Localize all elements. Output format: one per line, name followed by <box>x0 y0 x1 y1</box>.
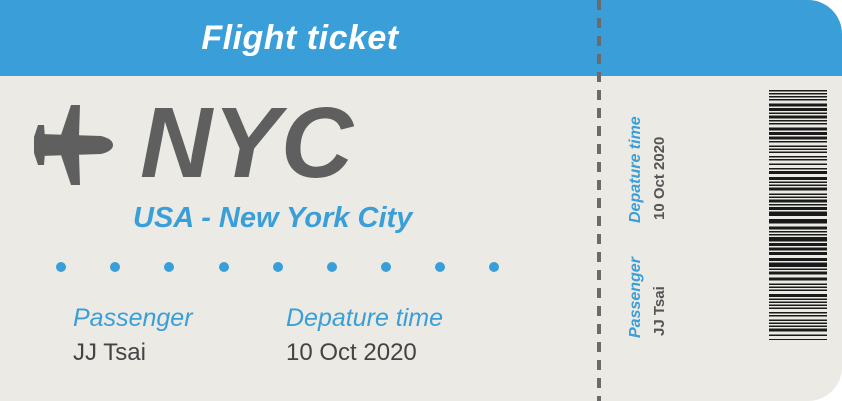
barcode-stripe <box>769 226 827 230</box>
separator-dot <box>273 262 283 272</box>
separator-dot <box>110 262 120 272</box>
barcode-stripe <box>769 315 827 317</box>
barcode-stripe <box>769 237 827 242</box>
barcode-stripe <box>769 294 827 297</box>
barcode-stripe <box>769 103 827 107</box>
barcode-stripe <box>769 171 827 174</box>
barcode-stripe <box>769 283 827 285</box>
barcode-stripe <box>769 151 827 153</box>
barcode-stripe <box>769 271 827 275</box>
barcode-stripe <box>769 96 827 98</box>
separator-dot <box>164 262 174 272</box>
separator-dot <box>56 262 66 272</box>
airplane-icon <box>34 105 113 185</box>
stub-departure-date: 10 Oct 2020 <box>651 136 668 220</box>
barcode-icon <box>769 90 827 340</box>
barcode-stripe <box>769 187 827 191</box>
barcode-stripe <box>769 132 827 135</box>
barcode-stripe <box>769 231 827 233</box>
barcode-stripe <box>769 204 827 206</box>
barcode-stripe <box>769 252 827 255</box>
stub-departure-label: Depature time <box>627 116 644 223</box>
stub-passenger-name: JJ Tsai <box>651 286 668 336</box>
passenger-name: JJ Tsai <box>73 339 146 366</box>
barcode-stripe <box>769 123 827 125</box>
barcode-stripe <box>769 339 827 340</box>
barcode-stripe <box>769 219 827 224</box>
barcode-stripe <box>769 184 827 186</box>
stub-passenger-label: Passenger <box>627 257 644 338</box>
barcode-stripe <box>769 177 827 180</box>
barcode-stripe <box>769 168 827 170</box>
barcode-stripe <box>769 328 827 332</box>
barcode-stripe <box>769 196 827 198</box>
barcode-stripe <box>769 211 827 216</box>
separator-dot <box>381 262 391 272</box>
barcode-stripe <box>769 141 827 143</box>
barcode-stripe <box>769 322 827 324</box>
barcode-stripe <box>769 247 827 251</box>
barcode-stripe <box>769 312 827 314</box>
barcode-stripe <box>769 181 827 183</box>
barcode-stripe <box>769 277 827 281</box>
barcode-stripe <box>769 93 827 95</box>
barcode-stripe <box>769 307 827 309</box>
separator-dot <box>435 262 445 272</box>
barcode-stripe <box>769 298 827 300</box>
barcode-stripe <box>769 319 827 321</box>
barcode-stripe <box>769 115 827 119</box>
barcode-stripe <box>769 148 827 150</box>
barcode-stripe <box>769 258 827 261</box>
barcode-stripe <box>769 145 827 147</box>
barcode-stripe <box>769 156 827 158</box>
ticket-header: Flight ticket <box>0 0 842 76</box>
destination-name: USA - New York City <box>133 202 413 234</box>
barcode-stripe <box>769 199 827 203</box>
departure-date: 10 Oct 2020 <box>286 339 417 366</box>
passenger-label: Passenger <box>73 304 193 332</box>
barcode-stripe <box>769 234 827 236</box>
barcode-stripe <box>769 90 827 92</box>
barcode-stripe <box>769 127 827 131</box>
destination-code: NYC <box>140 87 355 199</box>
barcode-stripe <box>769 243 827 246</box>
barcode-stripe <box>769 120 827 122</box>
barcode-stripe <box>769 207 827 210</box>
barcode-stripe <box>769 334 827 336</box>
barcode-stripe <box>769 112 827 114</box>
barcode-stripe <box>769 262 827 267</box>
ticket-title: Flight ticket <box>201 18 399 57</box>
barcode-stripe <box>769 163 827 165</box>
barcode-stripe <box>769 325 827 327</box>
departure-label: Depature time <box>286 304 444 332</box>
perforation-line <box>597 0 601 401</box>
separator-dot <box>219 262 229 272</box>
barcode-stripe <box>769 286 827 288</box>
flight-ticket: Flight ticket NYC USA - New York City Pa… <box>0 0 842 401</box>
barcode-stripe <box>769 99 827 101</box>
barcode-stripe <box>769 136 827 140</box>
barcode-stripe <box>769 304 827 306</box>
barcode-stripe <box>769 193 827 195</box>
separator-dot <box>489 262 499 272</box>
barcode-stripe <box>769 289 827 291</box>
barcode-stripe <box>769 301 827 303</box>
separator-dot <box>327 262 337 272</box>
barcode-stripe <box>769 159 827 161</box>
barcode-stripe <box>769 268 827 270</box>
barcode-stripe <box>769 108 827 111</box>
